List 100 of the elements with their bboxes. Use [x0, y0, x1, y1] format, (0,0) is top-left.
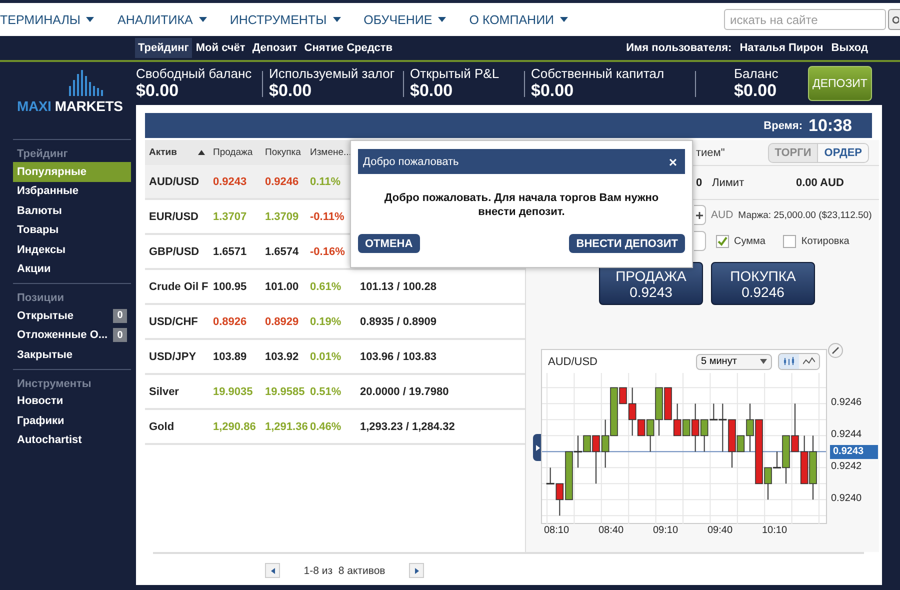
arrow-right-icon: [414, 568, 418, 574]
checkbox[interactable]: [783, 234, 796, 248]
sidebar-item[interactable]: Товары: [13, 220, 131, 240]
change-percent: -0.11%: [309, 210, 346, 222]
sidebar-item[interactable]: Индексы: [13, 240, 131, 260]
column-header[interactable]: Покупка: [265, 147, 301, 158]
metric-value: $0.00: [531, 81, 575, 101]
count-badge: 0: [113, 328, 127, 342]
limit-value: 0.00 AUD: [796, 176, 844, 188]
sell-price: 103.89: [212, 350, 248, 362]
high-low-range: 103.96 / 103.83: [359, 350, 438, 362]
table-row[interactable]: USD/CHF 0.8926 0.8929 0.19% 0.8935 / 0.8909: [145, 305, 525, 340]
nav-menu-item[interactable]: ОБУЧЕНИЕ: [364, 12, 446, 26]
caret-icon: [332, 17, 341, 22]
candlestick-chart-button[interactable]: [779, 354, 799, 369]
asset-name: EUR/USD: [148, 210, 200, 222]
change-percent: 0.61%: [309, 280, 342, 292]
column-header[interactable]: Измене...: [310, 147, 352, 158]
caret-icon: [198, 17, 207, 22]
chart-symbol: AUD/USD: [548, 356, 599, 368]
buy-price: 19.9585: [264, 386, 306, 398]
price-axis-label: 0.9244: [831, 428, 862, 440]
sidebar-item[interactable]: Autochartist: [13, 430, 131, 450]
buy-price: 1.3709: [264, 210, 300, 222]
checkbox-label: Сумма: [734, 236, 766, 246]
time-axis-label: 08:40: [598, 525, 625, 536]
sell-price: 0.9243: [212, 176, 248, 188]
metric-value: $0.00: [269, 81, 313, 101]
margin-text: Маржа: 25,000.00 ($23,112.50): [738, 210, 872, 220]
cancel-button[interactable]: ОТМЕНА: [358, 234, 420, 253]
account-tab[interactable]: Трейдинг: [135, 38, 192, 58]
caret-icon: [560, 17, 568, 22]
caret-icon: [86, 17, 94, 22]
input-field[interactable]: [694, 231, 706, 251]
previous-page-button[interactable]: [265, 563, 280, 578]
sidebar-item[interactable]: Отложенные О... 0: [13, 326, 131, 345]
sidebar-item[interactable]: Новости: [13, 392, 131, 411]
high-low-range: 20.0000 / 19.7980: [359, 386, 450, 398]
metric-label: Используемый залог: [269, 66, 395, 81]
plus-button[interactable]: [694, 205, 706, 225]
buy-button[interactable]: ПОКУПКА 0.9246: [711, 262, 815, 305]
caret-icon: [760, 359, 767, 364]
section-title: Трейдинг: [16, 148, 69, 162]
interval-dropdown[interactable]: 5 минут: [696, 354, 772, 370]
mode-tab[interactable]: ОРДЕР: [817, 144, 868, 162]
nav-menu-item[interactable]: ИНСТРУМЕНТЫ: [230, 12, 341, 26]
section-title: Инструменты: [16, 378, 92, 392]
buy-price: 0.9246: [264, 176, 300, 188]
plus-icon: [696, 212, 703, 218]
logout-link[interactable]: Выход: [831, 42, 868, 54]
search-button[interactable]: [888, 9, 900, 30]
caret-icon: [438, 17, 446, 22]
sell-price: 1.3707: [212, 210, 248, 222]
count-badge: 0: [113, 308, 127, 323]
nav-menu-item[interactable]: ТЕРМИНАЛЫ: [0, 12, 94, 26]
amount-value: 0: [696, 176, 704, 188]
sidebar-item[interactable]: Избранные: [13, 182, 131, 201]
search-icon: [891, 16, 899, 24]
change-percent: 0.01%: [309, 350, 342, 362]
line-chart-button[interactable]: [799, 354, 819, 369]
sidebar-item[interactable]: Акции: [13, 260, 131, 279]
column-header[interactable]: Актив: [149, 147, 177, 158]
buy-price: 1,291.36: [264, 420, 306, 432]
table-row[interactable]: Silver 19.9035 19.9585 0.51% 20.0000 / 19.7980: [145, 375, 525, 410]
table-row[interactable]: Gold 1,290.86 1,291.36 0.46% 1,293.23 / 1,284.32: [145, 410, 525, 445]
price-axis-label: 0.9240: [831, 492, 862, 504]
high-low-range: 1,293.23 / 1,284.32: [359, 420, 456, 432]
asset-name: AUD/USD: [148, 176, 200, 188]
metric-value: $0.00: [734, 81, 778, 101]
sell-price: 1.6571: [212, 246, 248, 258]
nav-menu-item[interactable]: АНАЛИТИКА: [117, 12, 207, 26]
sidebar-item[interactable]: Графики: [13, 411, 131, 430]
account-tab[interactable]: Снятие Средств: [301, 38, 396, 58]
current-price-label: 0.9243: [830, 444, 878, 459]
sell-price: 19.9035: [212, 386, 254, 398]
sidebar-item[interactable]: Закрытые: [13, 345, 131, 364]
checkbox-label: Котировка: [801, 236, 850, 246]
search-field[interactable]: искать на сайте: [724, 9, 886, 30]
table-row[interactable]: USD/JPY 103.89 103.92 0.01% 103.96 / 103.83: [145, 340, 525, 375]
next-page-button[interactable]: [409, 563, 424, 578]
account-tab[interactable]: Мой счёт: [192, 38, 248, 58]
change-percent: 0.51%: [309, 386, 342, 398]
line-chart-icon: [803, 357, 815, 366]
sidebar-item[interactable]: Валюты: [13, 201, 131, 220]
asset-name: USD/CHF: [148, 316, 199, 328]
table-row[interactable]: Crude Oil F 100.95 101.00 0.61% 101.13 / 100.28: [145, 270, 525, 305]
buy-price: 1.6574: [264, 246, 300, 258]
sidebar-item[interactable]: Открытые 0: [13, 306, 131, 326]
column-header[interactable]: Продажа: [213, 147, 253, 158]
limit-label: Лимит: [712, 176, 746, 188]
make-deposit-button[interactable]: ВНЕСТИ ДЕПОЗИТ: [569, 234, 685, 253]
currency-label: AUD: [711, 209, 734, 221]
metric-label: Баланс: [734, 66, 778, 81]
close-button[interactable]: ×: [668, 154, 677, 170]
account-tab[interactable]: Депозит: [249, 38, 300, 58]
buy-price: 101.00: [264, 280, 300, 292]
nav-menu-item[interactable]: О КОМПАНИИ: [469, 12, 568, 26]
dialog-title: Добро пожаловать: [363, 156, 459, 168]
checkbox[interactable]: [716, 234, 729, 248]
arrow-left-icon: [270, 568, 274, 574]
